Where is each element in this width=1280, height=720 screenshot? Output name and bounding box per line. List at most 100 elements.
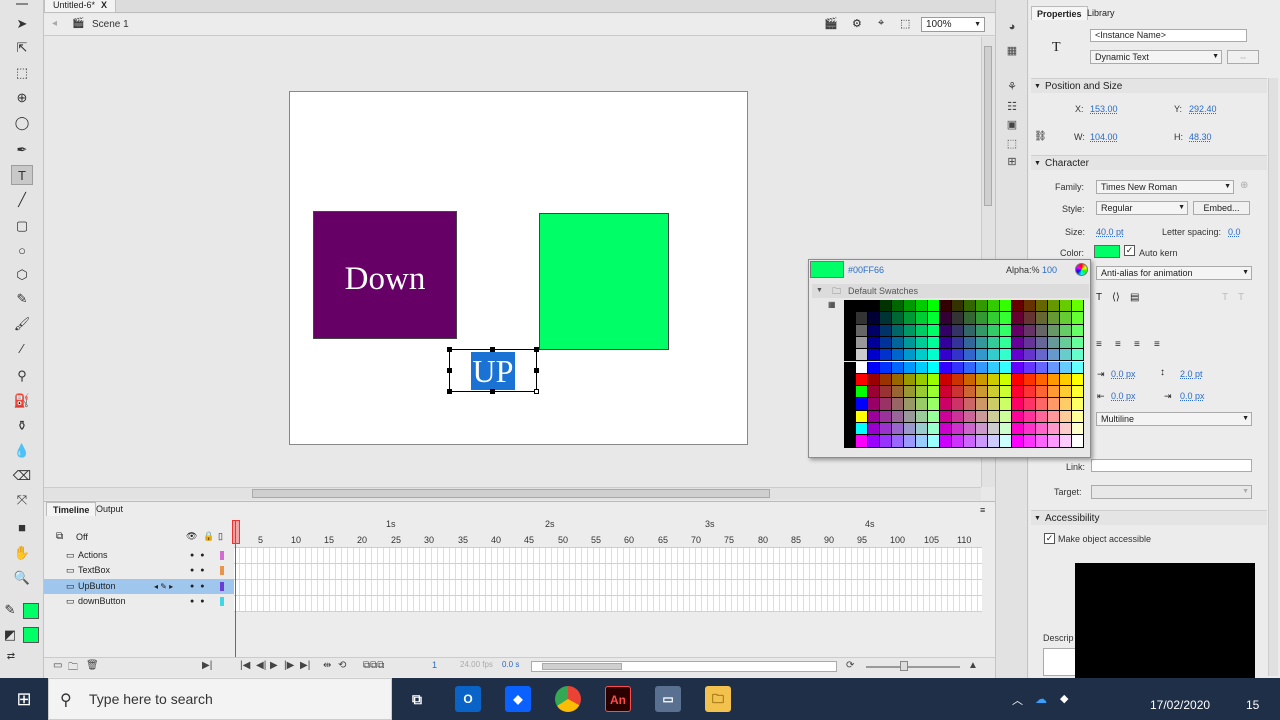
color-swatch[interactable] xyxy=(1000,398,1012,411)
color-swatch[interactable] xyxy=(1024,386,1036,399)
bold-format-icon[interactable]: T xyxy=(1096,292,1102,303)
color-swatch[interactable] xyxy=(928,349,940,362)
text-tool-icon[interactable]: T xyxy=(11,165,33,185)
color-swatch[interactable] xyxy=(988,324,1000,337)
color-swatch[interactable] xyxy=(1036,435,1048,448)
color-swatch[interactable] xyxy=(1024,373,1036,387)
layer-name[interactable]: UpButton xyxy=(78,581,116,591)
font-style-select[interactable]: Regular xyxy=(1096,201,1188,215)
color-swatch[interactable] xyxy=(1012,423,1024,436)
transform-handle[interactable] xyxy=(447,368,452,373)
color-swatch[interactable] xyxy=(928,336,940,350)
refresh-icon[interactable]: ⟳ xyxy=(846,660,854,671)
layer-color-swatch[interactable] xyxy=(220,582,224,591)
w-value[interactable]: 104.00 xyxy=(1090,132,1118,142)
color-swatch[interactable] xyxy=(1036,361,1048,374)
hex-color-input[interactable]: #00FF66 xyxy=(848,265,884,275)
color-swatch[interactable] xyxy=(976,410,988,423)
taskbar-date[interactable]: 17/02/2020 xyxy=(1150,698,1210,712)
color-swatch[interactable] xyxy=(880,373,892,387)
selectable-icon[interactable]: ⟨⟩ xyxy=(1112,292,1120,303)
layer-row[interactable]: ▭ TextBox ●● xyxy=(44,563,234,578)
align-right-icon[interactable]: ≡ xyxy=(1134,339,1140,350)
color-swatch[interactable] xyxy=(1060,398,1072,411)
transform-handle[interactable] xyxy=(534,347,539,352)
color-swatch[interactable] xyxy=(1036,349,1048,362)
center-stage-icon[interactable]: ⌖ xyxy=(878,17,884,30)
collapse-triangle-icon[interactable]: ▼ xyxy=(816,284,823,298)
color-swatch[interactable] xyxy=(868,398,880,411)
instance-name-input[interactable]: <Instance Name> xyxy=(1090,29,1247,42)
show-hide-all-icon[interactable]: 👁 xyxy=(186,531,197,542)
color-swatch[interactable] xyxy=(964,410,976,423)
color-swatch[interactable] xyxy=(856,312,868,325)
color-swatch[interactable] xyxy=(1012,336,1024,350)
color-swatch[interactable] xyxy=(892,386,904,399)
color-swatch[interactable] xyxy=(1000,312,1012,325)
color-swatch[interactable] xyxy=(940,336,952,350)
step-forward-icon[interactable]: |▶ xyxy=(284,660,294,671)
color-swatch[interactable] xyxy=(964,349,976,362)
transform-panel-icon[interactable]: ⬚ xyxy=(1005,137,1019,151)
color-swatch[interactable] xyxy=(988,349,1000,362)
color-swatch[interactable] xyxy=(904,398,916,411)
stage-vertical-scroll-thumb[interactable] xyxy=(984,46,992,206)
color-swatch[interactable] xyxy=(952,336,964,350)
color-swatch[interactable] xyxy=(964,435,976,448)
font-warning-icon[interactable]: ⊕ xyxy=(1240,180,1248,191)
layer-toggles[interactable]: ●● xyxy=(190,548,210,563)
color-swatch[interactable] xyxy=(1060,300,1072,313)
behavior-select[interactable]: Multiline xyxy=(1096,412,1252,426)
color-swatch[interactable] xyxy=(952,361,964,374)
color-swatch[interactable] xyxy=(1036,398,1048,411)
color-swatch[interactable] xyxy=(916,373,928,387)
color-swatch[interactable] xyxy=(1036,423,1048,436)
color-swatch[interactable] xyxy=(928,423,940,436)
color-swatch[interactable] xyxy=(976,349,988,362)
indent-value[interactable]: 0.0 px xyxy=(1111,369,1136,379)
color-swatch[interactable] xyxy=(976,312,988,325)
fill-color-icon[interactable]: ◩ xyxy=(2,625,18,645)
color-swatch[interactable] xyxy=(868,386,880,399)
x-value[interactable]: 153.00 xyxy=(1090,104,1118,114)
swatches-panel-icon[interactable]: ▦ xyxy=(1005,44,1019,58)
color-swatch[interactable] xyxy=(976,386,988,399)
link-dimensions-icon[interactable]: ⛓ xyxy=(1034,131,1047,142)
color-swatch[interactable] xyxy=(844,336,856,350)
color-swatch[interactable] xyxy=(1036,336,1048,350)
color-swatch[interactable] xyxy=(976,300,988,313)
notification-badge[interactable]: 15 xyxy=(1246,698,1259,712)
color-swatch[interactable] xyxy=(856,386,868,399)
scene-name[interactable]: Scene 1 xyxy=(92,19,129,30)
color-swatch[interactable] xyxy=(1048,300,1060,313)
color-swatch[interactable] xyxy=(904,386,916,399)
tab-library[interactable]: Library xyxy=(1082,6,1120,20)
center-frame-icon[interactable]: ⇹ xyxy=(323,660,331,671)
color-swatch[interactable] xyxy=(1000,300,1012,313)
color-swatch[interactable] xyxy=(1012,312,1024,325)
color-swatch[interactable] xyxy=(976,423,988,436)
color-swatch[interactable] xyxy=(916,312,928,325)
color-swatch[interactable] xyxy=(940,398,952,411)
color-swatch[interactable] xyxy=(1048,349,1060,362)
timeline-horizontal-scrollbar[interactable] xyxy=(531,661,837,672)
color-swatch[interactable] xyxy=(928,361,940,374)
color-swatch[interactable] xyxy=(880,324,892,337)
link-input[interactable] xyxy=(1091,459,1252,472)
color-swatch[interactable] xyxy=(892,324,904,337)
color-swatch[interactable] xyxy=(1000,349,1012,362)
color-swatch[interactable] xyxy=(952,300,964,313)
color-wheel-icon[interactable] xyxy=(1075,263,1088,276)
color-swatch[interactable] xyxy=(880,312,892,325)
timeline-zoom-thumb[interactable] xyxy=(900,661,908,671)
color-swatch[interactable] xyxy=(1024,435,1036,448)
color-swatch[interactable] xyxy=(928,373,940,387)
info-panel-icon[interactable]: ▣ xyxy=(1005,118,1019,132)
clip-content-icon[interactable]: ⬚ xyxy=(900,17,910,30)
subscript-icon[interactable]: T xyxy=(1238,292,1244,303)
hand-tool-icon[interactable]: ✋ xyxy=(11,543,33,563)
color-swatch[interactable] xyxy=(964,373,976,387)
loop-playback-icon[interactable]: ⟲ xyxy=(338,660,346,671)
color-swatch[interactable] xyxy=(868,423,880,436)
color-swatch[interactable] xyxy=(940,410,952,423)
